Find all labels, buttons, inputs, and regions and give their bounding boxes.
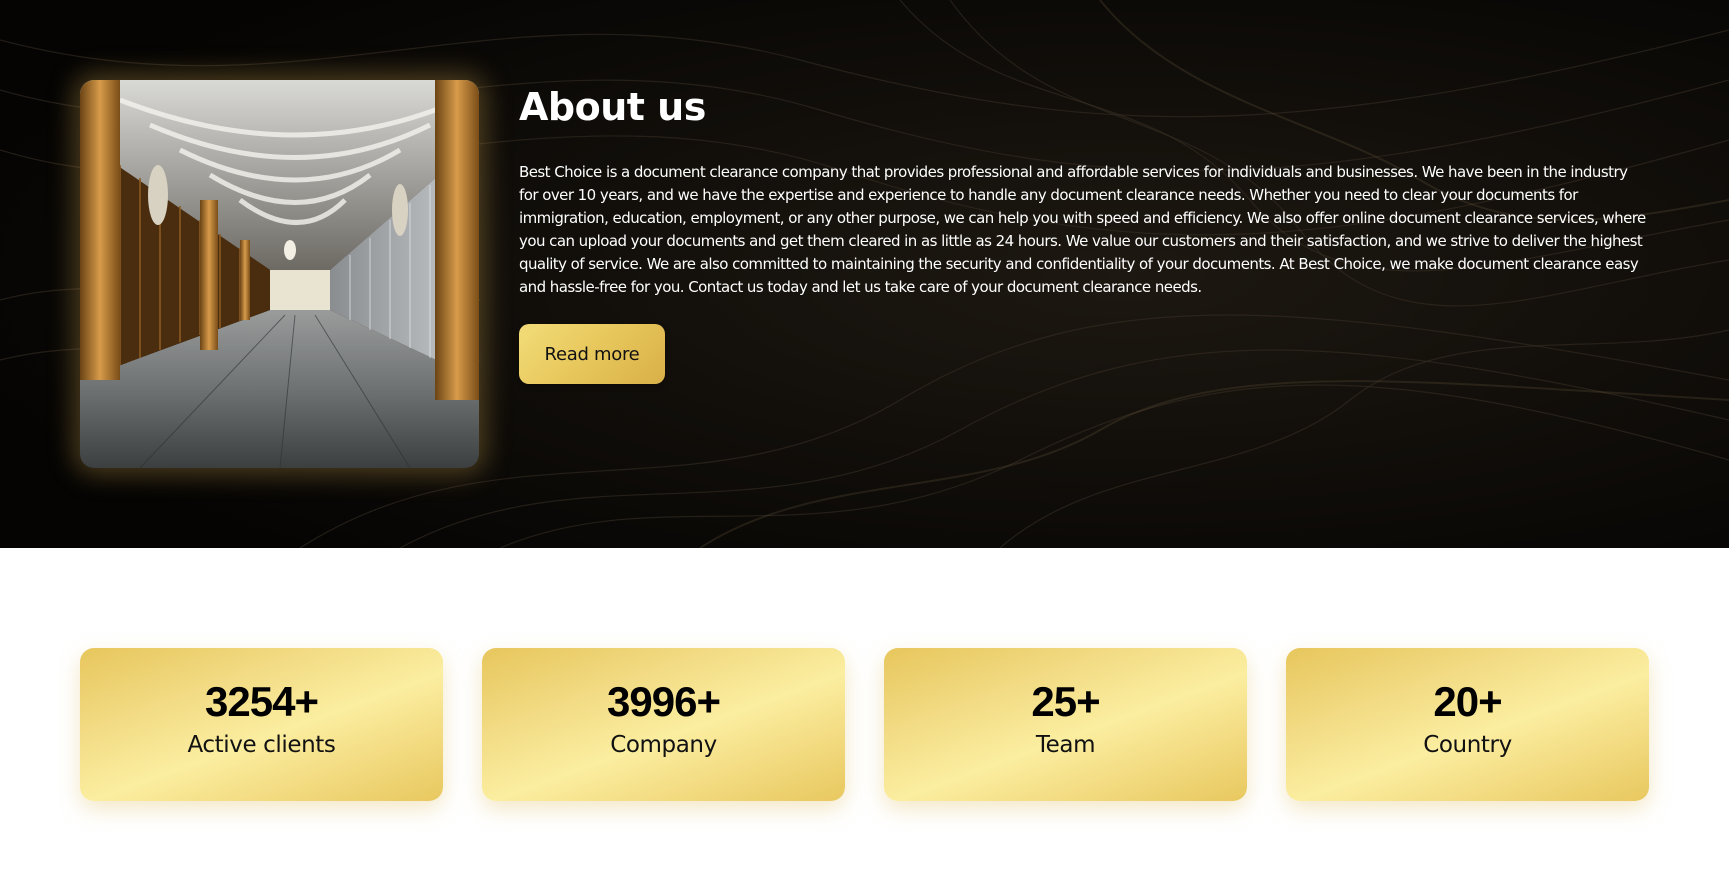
- stat-number: 3254+: [205, 678, 319, 725]
- stat-label: Team: [1035, 732, 1096, 758]
- lobby-image: [80, 80, 479, 468]
- stat-card-active-clients: 3254+ Active clients: [80, 648, 443, 801]
- stat-label: Country: [1423, 732, 1512, 758]
- corridor-photo: [80, 80, 479, 468]
- stat-number: 25+: [1031, 678, 1100, 725]
- stat-card-company: 3996+ Company: [482, 648, 845, 801]
- stat-card-country: 20+ Country: [1286, 648, 1649, 801]
- stat-number: 3996+: [607, 678, 721, 725]
- about-description: Best Choice is a document clearance comp…: [519, 163, 1646, 296]
- about-content: About us Best Choice is a document clear…: [519, 82, 1649, 384]
- stat-number: 20+: [1433, 678, 1502, 725]
- stat-label: Active clients: [187, 732, 336, 758]
- stat-card-team: 25+ Team: [884, 648, 1247, 801]
- stat-label: Company: [610, 732, 717, 758]
- about-section: About us Best Choice is a document clear…: [0, 0, 1729, 548]
- stats-section: 3254+ Active clients 3996+ Company 25+ T…: [0, 548, 1729, 881]
- about-title: About us: [519, 85, 706, 129]
- read-more-button[interactable]: Read more: [519, 324, 665, 384]
